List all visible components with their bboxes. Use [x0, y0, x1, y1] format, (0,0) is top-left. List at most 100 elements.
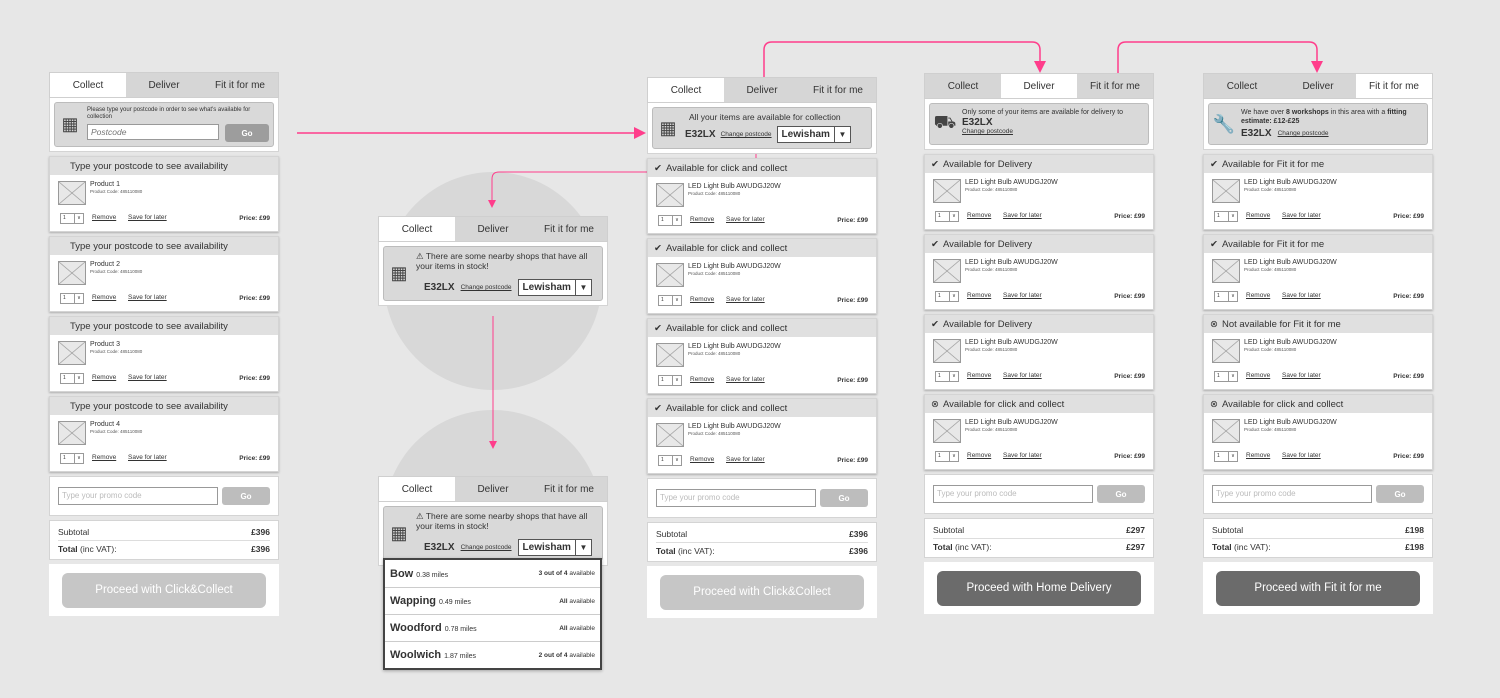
promo-input[interactable]: Type your promo code — [58, 487, 218, 505]
change-postcode-link[interactable]: Change postcode — [461, 284, 512, 291]
quantity-select[interactable]: 1 ∨ — [658, 215, 682, 226]
promo-go-button[interactable]: Go — [1097, 485, 1145, 503]
product-image — [58, 261, 86, 285]
quantity-select[interactable]: 1 ∨ — [658, 295, 682, 306]
tab-collect[interactable]: Collect — [1204, 74, 1280, 98]
check-icon: ✔ — [931, 238, 939, 250]
save-for-later-link[interactable]: Save for later — [128, 374, 167, 381]
postcode-input[interactable] — [87, 124, 219, 140]
quantity-select[interactable]: 1 ∨ — [658, 455, 682, 466]
remove-link[interactable]: Remove — [1246, 212, 1270, 219]
tab-fit[interactable]: Fit it for me — [800, 78, 876, 102]
tab-fit[interactable]: Fit it for me — [1077, 74, 1153, 98]
remove-link[interactable]: Remove — [967, 372, 991, 379]
tab-collect[interactable]: Collect — [925, 74, 1001, 98]
promo-input[interactable]: Type your promo code — [933, 485, 1093, 503]
availability-status: Available for Delivery — [942, 318, 1033, 330]
quantity-select[interactable]: 1 ∨ — [60, 453, 84, 464]
save-for-later-link[interactable]: Save for later — [1003, 292, 1042, 299]
remove-link[interactable]: Remove — [92, 454, 116, 461]
remove-link[interactable]: Remove — [1246, 372, 1270, 379]
tab-deliver[interactable]: Deliver — [455, 217, 531, 241]
proceed-button[interactable]: Proceed with Home Delivery — [937, 570, 1141, 606]
quantity-select[interactable]: 1 ∨ — [60, 293, 84, 304]
store-dropdown[interactable]: Lewisham ▼ — [517, 539, 592, 556]
tab-deliver[interactable]: Deliver — [1001, 74, 1077, 98]
save-for-later-link[interactable]: Save for later — [726, 216, 765, 223]
proceed-button[interactable]: Proceed with Click&Collect — [660, 574, 864, 610]
quantity-select[interactable]: 1 ∨ — [935, 211, 959, 222]
change-postcode-link[interactable]: Change postcode — [962, 128, 1144, 135]
save-for-later-link[interactable]: Save for later — [1003, 372, 1042, 379]
remove-link[interactable]: Remove — [92, 214, 116, 221]
save-for-later-link[interactable]: Save for later — [1282, 292, 1321, 299]
save-for-later-link[interactable]: Save for later — [726, 456, 765, 463]
remove-link[interactable]: Remove — [967, 292, 991, 299]
tab-collect[interactable]: Collect — [379, 477, 455, 501]
remove-link[interactable]: Remove — [967, 212, 991, 219]
save-for-later-link[interactable]: Save for later — [1282, 212, 1321, 219]
quantity-select[interactable]: 1 ∨ — [60, 213, 84, 224]
tab-fit[interactable]: Fit it for me — [202, 73, 278, 97]
proceed-button[interactable]: Proceed with Fit it for me — [1216, 570, 1420, 606]
quantity-select[interactable]: 1 ∨ — [935, 291, 959, 302]
save-for-later-link[interactable]: Save for later — [1282, 372, 1321, 379]
postcode-display: E32LX — [424, 542, 455, 553]
quantity-select[interactable]: 1 ∨ — [60, 373, 84, 384]
store-selector-open: Collect Deliver Fit it for me ▦ ⚠ There … — [378, 476, 608, 566]
save-for-later-link[interactable]: Save for later — [1003, 212, 1042, 219]
promo-input[interactable]: Type your promo code — [656, 489, 816, 507]
promo-input[interactable]: Type your promo code — [1212, 485, 1372, 503]
tab-collect[interactable]: Collect — [648, 78, 724, 102]
promo-go-button[interactable]: Go — [1376, 485, 1424, 503]
store-dropdown[interactable]: Lewisham ▼ — [517, 279, 592, 296]
save-for-later-link[interactable]: Save for later — [1003, 452, 1042, 459]
promo-go-button[interactable]: Go — [222, 487, 270, 505]
store-option[interactable]: Woodford 0.78 miles All available — [385, 614, 600, 641]
tab-deliver[interactable]: Deliver — [126, 73, 202, 97]
tab-collect[interactable]: Collect — [50, 73, 126, 97]
remove-link[interactable]: Remove — [92, 294, 116, 301]
save-for-later-link[interactable]: Save for later — [128, 454, 167, 461]
quantity-select[interactable]: 1 ∨ — [1214, 291, 1238, 302]
tab-fit[interactable]: Fit it for me — [531, 477, 607, 501]
quantity-select[interactable]: 1 ∨ — [1214, 371, 1238, 382]
proceed-button[interactable]: Proceed with Click&Collect — [62, 572, 266, 608]
quantity-select[interactable]: 1 ∨ — [1214, 451, 1238, 462]
store-option[interactable]: Woolwich 1.87 miles 2 out of 4 available — [385, 641, 600, 668]
store-option[interactable]: Bow 0.38 miles 3 out of 4 available — [385, 560, 600, 587]
save-for-later-link[interactable]: Save for later — [1282, 452, 1321, 459]
change-postcode-link[interactable]: Change postcode — [1278, 130, 1329, 137]
remove-link[interactable]: Remove — [1246, 292, 1270, 299]
postcode-go-button[interactable]: Go — [225, 124, 269, 142]
wrench-icon: 🔧 — [1212, 113, 1236, 134]
remove-link[interactable]: Remove — [967, 452, 991, 459]
store-option[interactable]: Wapping 0.49 miles All available — [385, 587, 600, 614]
tab-deliver[interactable]: Deliver — [724, 78, 800, 102]
quantity-select[interactable]: 1 ∨ — [935, 451, 959, 462]
change-postcode-link[interactable]: Change postcode — [721, 131, 772, 138]
tab-fit[interactable]: Fit it for me — [1356, 74, 1432, 98]
remove-link[interactable]: Remove — [690, 456, 714, 463]
save-for-later-link[interactable]: Save for later — [128, 214, 167, 221]
save-for-later-link[interactable]: Save for later — [726, 296, 765, 303]
store-dropdown[interactable]: Lewisham ▼ — [776, 126, 851, 143]
save-for-later-link[interactable]: Save for later — [128, 294, 167, 301]
remove-link[interactable]: Remove — [1246, 452, 1270, 459]
product-name: Product 3 — [90, 341, 120, 348]
remove-link[interactable]: Remove — [690, 296, 714, 303]
quantity-select[interactable]: 1 ∨ — [1214, 211, 1238, 222]
tab-deliver[interactable]: Deliver — [1280, 74, 1356, 98]
quantity-select[interactable]: 1 ∨ — [658, 375, 682, 386]
remove-link[interactable]: Remove — [690, 216, 714, 223]
remove-link[interactable]: Remove — [92, 374, 116, 381]
quantity-select[interactable]: 1 ∨ — [935, 371, 959, 382]
save-for-later-link[interactable]: Save for later — [726, 376, 765, 383]
tab-fit[interactable]: Fit it for me — [531, 217, 607, 241]
change-postcode-link[interactable]: Change postcode — [461, 544, 512, 551]
panel-collect-initial: Collect Deliver Fit it for me ▦ Please t… — [49, 72, 279, 616]
tab-deliver[interactable]: Deliver — [455, 477, 531, 501]
remove-link[interactable]: Remove — [690, 376, 714, 383]
tab-collect[interactable]: Collect — [379, 217, 455, 241]
promo-go-button[interactable]: Go — [820, 489, 868, 507]
